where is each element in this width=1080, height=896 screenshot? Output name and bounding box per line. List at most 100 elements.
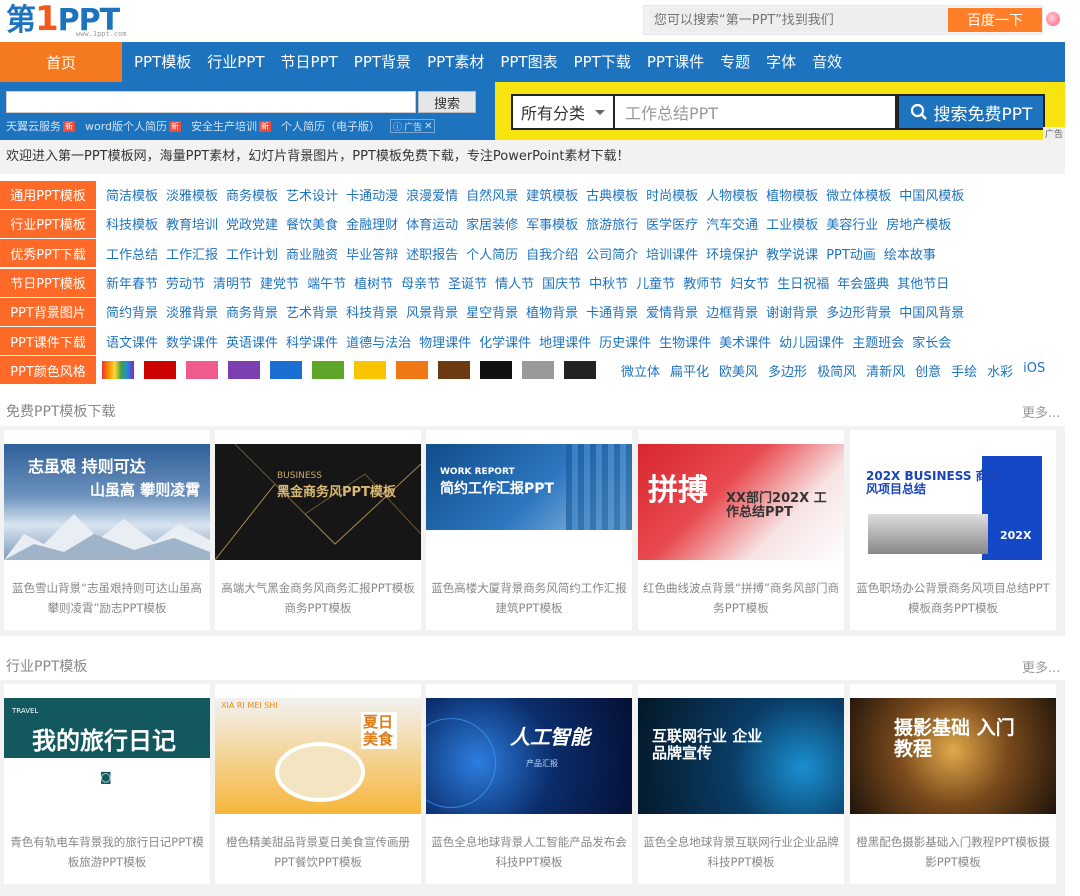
color-swatch[interactable] [102,361,134,380]
template-caption[interactable]: 蓝色职场办公背景商务风项目总结PPT模板商务PPT模板 [854,578,1052,618]
category-link[interactable]: 谢谢背景 [762,302,822,321]
category-link[interactable]: 数学课件 [162,332,222,351]
template-thumbnail[interactable]: 202X BUSINESS 商务风项目总结 202X [850,444,1056,560]
category-link[interactable]: 艺术背景 [282,302,342,321]
category-link[interactable]: 多边形背景 [822,302,895,321]
template-card[interactable]: 202X BUSINESS 商务风项目总结 202X 蓝色职场办公背景商务风项目… [850,430,1056,630]
category-link[interactable]: 边框背景 [702,302,762,321]
color-swatch[interactable] [564,361,596,380]
nav-item-ppt-download[interactable]: PPT下载 [566,42,639,82]
category-link[interactable]: 英语课件 [222,332,282,351]
category-link[interactable]: 爱情背景 [642,302,702,321]
category-link[interactable]: 商业融资 [282,244,342,263]
category-link[interactable]: 工作计划 [222,244,282,263]
category-link[interactable]: 公司简介 [582,244,642,263]
nav-item-ppt-courseware[interactable]: PPT课件 [639,42,712,82]
template-card[interactable]: 互联网行业 企业品牌宣传 蓝色全息地球背景互联网行业企业品牌科技PPT模板 [638,684,844,884]
close-icon[interactable]: ✕ [424,121,432,132]
template-card[interactable]: BUSINESS 黑金商务风PPT模板 高端大气黑金商务风商务汇报PPT模板商务… [215,430,421,630]
category-link[interactable]: 其他节日 [893,273,953,292]
template-thumbnail[interactable]: BUSINESS 黑金商务风PPT模板 [215,444,421,560]
category-link[interactable]: 幼儿园课件 [775,332,848,351]
category-link[interactable]: PPT动画 [822,244,880,263]
template-thumbnail[interactable]: 互联网行业 企业品牌宣传 [638,698,844,814]
template-thumbnail[interactable]: 摄影基础 入门教程 [850,698,1056,814]
category-label[interactable]: PPT背景图片 [0,297,96,326]
template-thumbnail[interactable]: WORK REPORT 简约工作汇报PPT [426,444,632,560]
style-link[interactable]: 极简风 [812,361,861,380]
category-link[interactable]: 时尚模板 [642,185,702,204]
template-caption[interactable]: 青色有轨电车背景我的旅行日记PPT模板旅游PPT模板 [8,832,206,872]
template-thumbnail[interactable]: TRAVEL 我的旅行日记 ◙ [4,698,210,814]
category-link[interactable]: 工作汇报 [162,244,222,263]
template-thumbnail[interactable]: 人工智能 产品汇报 [426,698,632,814]
nav-item-ppt-backgrounds[interactable]: PPT背景 [346,42,419,82]
category-link[interactable]: 工作总结 [102,244,162,263]
nav-item-ppt-materials[interactable]: PPT素材 [419,42,492,82]
ad-tag[interactable]: ⓘ 广告 ✕ [390,119,436,133]
category-link[interactable]: 人物模板 [702,185,762,204]
color-swatch[interactable] [144,361,176,380]
category-link[interactable]: 地理课件 [535,332,595,351]
free-ppt-search-button[interactable]: 搜索免费PPT [897,94,1045,130]
category-link[interactable]: 自我介绍 [522,244,582,263]
category-link[interactable]: 妇女节 [726,273,773,292]
category-link[interactable]: 植物背景 [522,302,582,321]
category-link[interactable]: 教师节 [679,273,726,292]
category-link[interactable]: 汽车交通 [702,214,762,233]
top-search-input[interactable] [650,8,950,32]
category-label[interactable]: 优秀PPT下载 [0,239,96,268]
category-link[interactable]: 淡雅背景 [162,302,222,321]
category-link[interactable]: 国庆节 [538,273,585,292]
category-link[interactable]: 科技模板 [102,214,162,233]
style-link[interactable]: 微立体 [616,361,665,380]
template-caption[interactable]: 蓝色全息地球背景人工智能产品发布会科技PPT模板 [430,832,628,872]
category-link[interactable]: 化学课件 [475,332,535,351]
color-swatch[interactable] [396,361,428,380]
template-card[interactable]: 摄影基础 入门教程 橙黑配色摄影基础入门教程PPT模板摄影PPT模板 [850,684,1056,884]
category-link[interactable]: 中国风模板 [895,185,968,204]
category-link[interactable]: 生物课件 [655,332,715,351]
color-swatch[interactable] [228,361,260,380]
category-link[interactable]: 军事模板 [522,214,582,233]
template-card[interactable]: XIA RI MEI SHI 夏日美食 橙色精美甜品背景夏日美食宣传画册PPT餐… [215,684,421,884]
template-caption[interactable]: 高端大气黑金商务风商务汇报PPT模板商务PPT模板 [219,578,417,618]
category-link[interactable]: 微立体模板 [822,185,895,204]
category-link[interactable]: 主题班会 [848,332,908,351]
color-swatch[interactable] [354,361,386,380]
nav-item-topics[interactable]: 专题 [712,42,758,82]
template-thumbnail[interactable]: XIA RI MEI SHI 夏日美食 [215,698,421,814]
template-thumbnail[interactable]: 志虽艰 持则可达 山虽高 攀则凌霄 [4,444,210,560]
nav-item-holiday-ppt[interactable]: 节日PPT [273,42,346,82]
category-label[interactable]: 行业PPT模板 [0,209,96,238]
style-link[interactable]: 扁平化 [665,361,714,380]
nav-item-industry-ppt[interactable]: 行业PPT [199,42,272,82]
baidu-search-button[interactable]: 百度一下 [948,8,1042,32]
category-link[interactable]: 植树节 [350,273,397,292]
category-link[interactable]: 卡通背景 [582,302,642,321]
sponsored-link[interactable]: 安全生产培训新 [191,118,272,134]
site-search-input[interactable] [6,91,416,113]
style-link[interactable]: iOS [1018,361,1050,380]
nav-item-ppt-charts[interactable]: PPT图表 [492,42,565,82]
category-link[interactable]: 风景背景 [402,302,462,321]
category-select[interactable]: 所有分类 [511,94,615,130]
category-link[interactable]: 儿童节 [632,273,679,292]
sponsored-link[interactable]: word版个人简历新 [85,118,182,134]
nav-home[interactable]: 首页 [0,42,122,82]
category-link[interactable]: 母亲节 [397,273,444,292]
style-link[interactable]: 清新风 [861,361,910,380]
template-card[interactable]: 志虽艰 持则可达 山虽高 攀则凌霄 蓝色雪山背景“志虽艰持则可达山虽高攀则凌霄”… [4,430,210,630]
category-link[interactable]: 家居装修 [462,214,522,233]
category-link[interactable]: 建党节 [256,273,303,292]
style-link[interactable]: 手绘 [946,361,982,380]
sponsored-link[interactable]: 天翼云服务新 [6,118,75,134]
color-swatch[interactable] [270,361,302,380]
template-caption[interactable]: 蓝色雪山背景“志虽艰持则可达山虽高攀则凌霄”励志PPT模板 [8,578,206,618]
style-link[interactable]: 创意 [910,361,946,380]
template-caption[interactable]: 蓝色全息地球背景互联网行业企业品牌科技PPT模板 [642,832,840,872]
nav-item-fonts[interactable]: 字体 [758,42,804,82]
category-link[interactable]: 简洁模板 [102,185,162,204]
template-card[interactable]: WORK REPORT 简约工作汇报PPT 蓝色高楼大厦背景商务风简约工作汇报建… [426,430,632,630]
category-link[interactable]: 培训课件 [642,244,702,263]
